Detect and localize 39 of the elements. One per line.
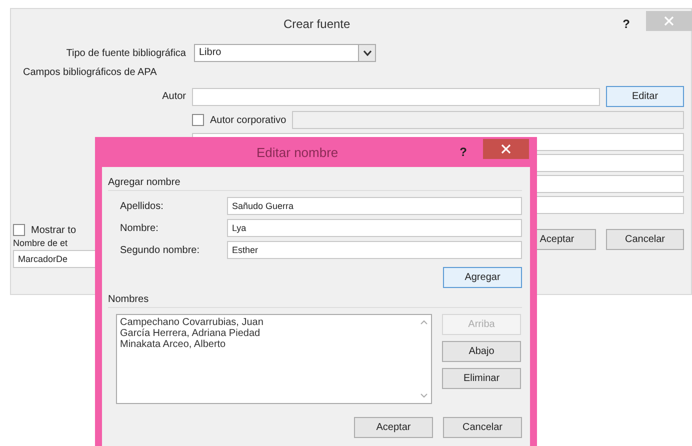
close-icon (501, 144, 511, 154)
names-list[interactable]: Campechano Covarrubias, Juan García Herrera, Adriana Piedad Minakata Arceo, Alberto (116, 314, 432, 404)
help-button[interactable]: ? (460, 145, 467, 159)
author-field[interactable] (192, 88, 600, 106)
field-label: Segundo nombre: (120, 244, 201, 256)
cancel-button[interactable]: Cancelar (606, 229, 684, 250)
scroll-down-icon[interactable] (420, 393, 428, 398)
list-label: Nombres (108, 294, 522, 308)
list-button[interactable]: Eliminar (442, 368, 521, 389)
add-button[interactable]: Agregar (443, 267, 522, 288)
source-type-dropdown[interactable]: Libro (194, 44, 376, 62)
checkbox-label: Mostrar to (31, 224, 76, 236)
text-field[interactable]: Lya (227, 219, 522, 237)
window-title: Editar nombre (256, 144, 340, 160)
checkbox[interactable] (192, 114, 204, 126)
checkbox[interactable] (13, 224, 25, 236)
checkbox-label: Autor corporativo (210, 114, 286, 126)
chevron-down-icon (362, 50, 372, 56)
text-field[interactable]: Esther (227, 241, 522, 259)
window-title: Crear fuente (282, 17, 352, 31)
ok-button[interactable]: Aceptar (354, 417, 433, 438)
field-label: Autor (161, 91, 186, 102)
scroll-up-icon[interactable] (420, 320, 428, 325)
cancel-button[interactable]: Cancelar (443, 417, 522, 438)
field-label: Tipo de fuente bibliográfica (65, 48, 186, 58)
list-item[interactable]: García Herrera, Adriana Piedad (120, 328, 414, 339)
text-field[interactable]: Sañudo Guerra (227, 197, 522, 215)
list-item[interactable]: Minakata Arceo, Alberto (120, 339, 414, 350)
field-label: Nombre de et (13, 238, 69, 248)
close-icon (664, 16, 674, 26)
list-button[interactable]: Abajo (442, 341, 521, 362)
group-label: Agregar nombre (108, 177, 522, 191)
close-button[interactable] (483, 139, 529, 159)
help-button[interactable]: ? (622, 17, 630, 31)
field-label: Apellidos: (120, 200, 164, 212)
section-heading: Campos bibliográficos de APA (22, 67, 158, 78)
edit-button[interactable]: Editar (606, 86, 684, 107)
list-item[interactable]: Campechano Covarrubias, Juan (120, 317, 414, 328)
field-label: Nombre: (120, 222, 160, 234)
